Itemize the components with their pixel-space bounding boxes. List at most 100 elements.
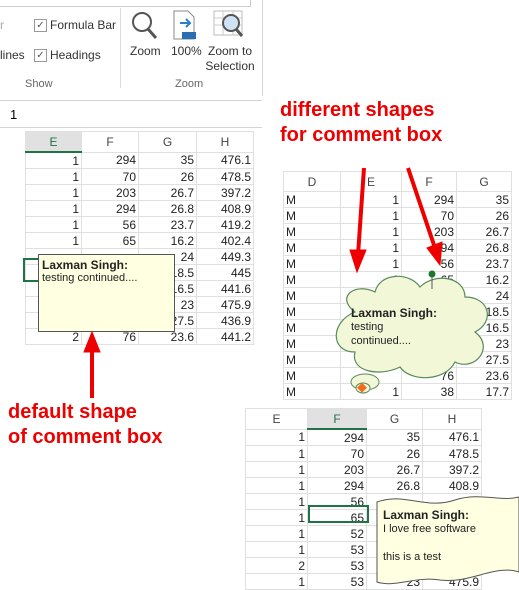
- cell[interactable]: 1: [25, 184, 82, 201]
- cell[interactable]: 1: [25, 232, 82, 249]
- table-row: 1 294 26.8 408.9: [25, 200, 254, 217]
- cell[interactable]: 1: [245, 573, 308, 590]
- cell[interactable]: M: [283, 239, 341, 256]
- headings-checkbox[interactable]: ✓: [34, 49, 47, 62]
- cell[interactable]: 26.7: [138, 184, 197, 201]
- cell[interactable]: 475.9: [196, 296, 254, 313]
- zoom-button[interactable]: Zoom: [127, 8, 163, 68]
- cell[interactable]: M: [283, 223, 341, 240]
- cell[interactable]: 294: [81, 200, 139, 217]
- cell[interactable]: 1: [25, 200, 82, 217]
- column-header-d[interactable]: D: [283, 171, 341, 192]
- cell[interactable]: 1: [340, 191, 402, 208]
- cell[interactable]: 445: [196, 264, 254, 281]
- cell[interactable]: 2: [245, 557, 308, 574]
- formula-bar-label[interactable]: Formula Bar: [50, 18, 116, 32]
- cell[interactable]: 203: [401, 223, 457, 240]
- cell[interactable]: 441.6: [196, 280, 254, 297]
- column-header-g[interactable]: G: [138, 131, 197, 153]
- cell[interactable]: 294: [81, 151, 139, 169]
- cell[interactable]: 70: [401, 207, 457, 224]
- cell[interactable]: 441.2: [196, 328, 254, 345]
- cell[interactable]: 1: [245, 461, 308, 478]
- cell[interactable]: 1: [245, 477, 308, 494]
- comment-box-default[interactable]: Laxman Singh: testing continued....: [38, 254, 175, 332]
- cell[interactable]: 1: [25, 216, 82, 233]
- cell[interactable]: 408.9: [196, 200, 254, 217]
- cell[interactable]: 1: [340, 207, 402, 224]
- cell[interactable]: 478.5: [422, 445, 482, 462]
- cell[interactable]: 26: [366, 445, 423, 462]
- comment-author: Laxman Singh:: [351, 306, 438, 320]
- formula-bar-value[interactable]: 1: [10, 107, 17, 122]
- cell[interactable]: 1: [245, 493, 308, 510]
- cell[interactable]: 26.7: [366, 461, 423, 478]
- cell[interactable]: M: [283, 191, 341, 208]
- cell[interactable]: 16.2: [138, 232, 197, 249]
- cell[interactable]: 70: [307, 445, 367, 462]
- column-header-h[interactable]: H: [422, 408, 482, 430]
- zoom-selection-icon: [213, 10, 244, 37]
- cell[interactable]: 478.5: [196, 168, 254, 185]
- cell[interactable]: 52: [307, 525, 367, 542]
- cell[interactable]: 26.8: [138, 200, 197, 217]
- column-header-f[interactable]: F: [307, 408, 367, 430]
- cell[interactable]: 1: [25, 151, 82, 169]
- cell[interactable]: 53: [307, 541, 367, 558]
- cell[interactable]: 53: [307, 557, 367, 574]
- column-header-e[interactable]: E: [25, 131, 82, 153]
- cell[interactable]: 436.9: [196, 312, 254, 329]
- cell[interactable]: 1: [245, 428, 308, 446]
- column-header-f[interactable]: F: [81, 131, 139, 153]
- zoom-100-button[interactable]: 100%: [170, 8, 202, 68]
- cell[interactable]: 65: [81, 232, 139, 249]
- cell[interactable]: 294: [401, 191, 457, 208]
- cell[interactable]: 1: [245, 445, 308, 462]
- cell[interactable]: 26: [138, 168, 197, 185]
- zoom-label: Zoom: [130, 44, 161, 58]
- cell[interactable]: 294: [401, 239, 457, 256]
- column-header-g[interactable]: G: [456, 171, 512, 192]
- cell[interactable]: 476.1: [196, 151, 254, 169]
- headings-label[interactable]: Headings: [50, 48, 101, 62]
- zoom-to-selection-button[interactable]: Zoom to Selection: [205, 8, 255, 76]
- cell[interactable]: 26: [456, 207, 512, 224]
- column-header-f[interactable]: F: [401, 171, 457, 192]
- cell[interactable]: 419.2: [196, 216, 254, 233]
- cell[interactable]: 1: [340, 239, 402, 256]
- cell[interactable]: 397.2: [196, 184, 254, 201]
- cell[interactable]: 35: [138, 151, 197, 169]
- column-header-row: EFGH: [245, 408, 482, 430]
- cell[interactable]: 294: [307, 477, 367, 494]
- cell[interactable]: 1: [245, 525, 308, 542]
- cell[interactable]: 1: [340, 223, 402, 240]
- cell[interactable]: 449.3: [196, 248, 254, 265]
- selected-cell[interactable]: [308, 505, 369, 523]
- cell[interactable]: 35: [366, 428, 423, 446]
- cell[interactable]: 397.2: [422, 461, 482, 478]
- cell[interactable]: 402.4: [196, 232, 254, 249]
- formula-bar[interactable]: 1: [0, 100, 262, 128]
- cell[interactable]: 23.7: [138, 216, 197, 233]
- cell[interactable]: 1: [245, 509, 308, 526]
- cell[interactable]: 70: [81, 168, 139, 185]
- cell[interactable]: M: [283, 207, 341, 224]
- cell[interactable]: 53: [307, 573, 367, 590]
- cell[interactable]: 35: [456, 191, 512, 208]
- formula-bar-checkbox[interactable]: ✓: [34, 19, 47, 32]
- cell[interactable]: 476.1: [422, 428, 482, 446]
- table-row: 1 203 26.7 397.2: [245, 461, 482, 478]
- cell[interactable]: 1: [25, 168, 82, 185]
- cell[interactable]: 1: [245, 541, 308, 558]
- cell[interactable]: 26.7: [456, 223, 512, 240]
- cell[interactable]: 294: [307, 428, 367, 446]
- column-header-e[interactable]: E: [245, 408, 308, 430]
- column-header-g[interactable]: G: [366, 408, 423, 430]
- comment-line2: continued....: [351, 335, 411, 347]
- cell[interactable]: 203: [81, 184, 139, 201]
- column-header-h[interactable]: H: [196, 131, 254, 153]
- cell[interactable]: 56: [81, 216, 139, 233]
- cell[interactable]: 203: [307, 461, 367, 478]
- column-header-e[interactable]: E: [340, 171, 402, 192]
- cell[interactable]: 26.8: [456, 239, 512, 256]
